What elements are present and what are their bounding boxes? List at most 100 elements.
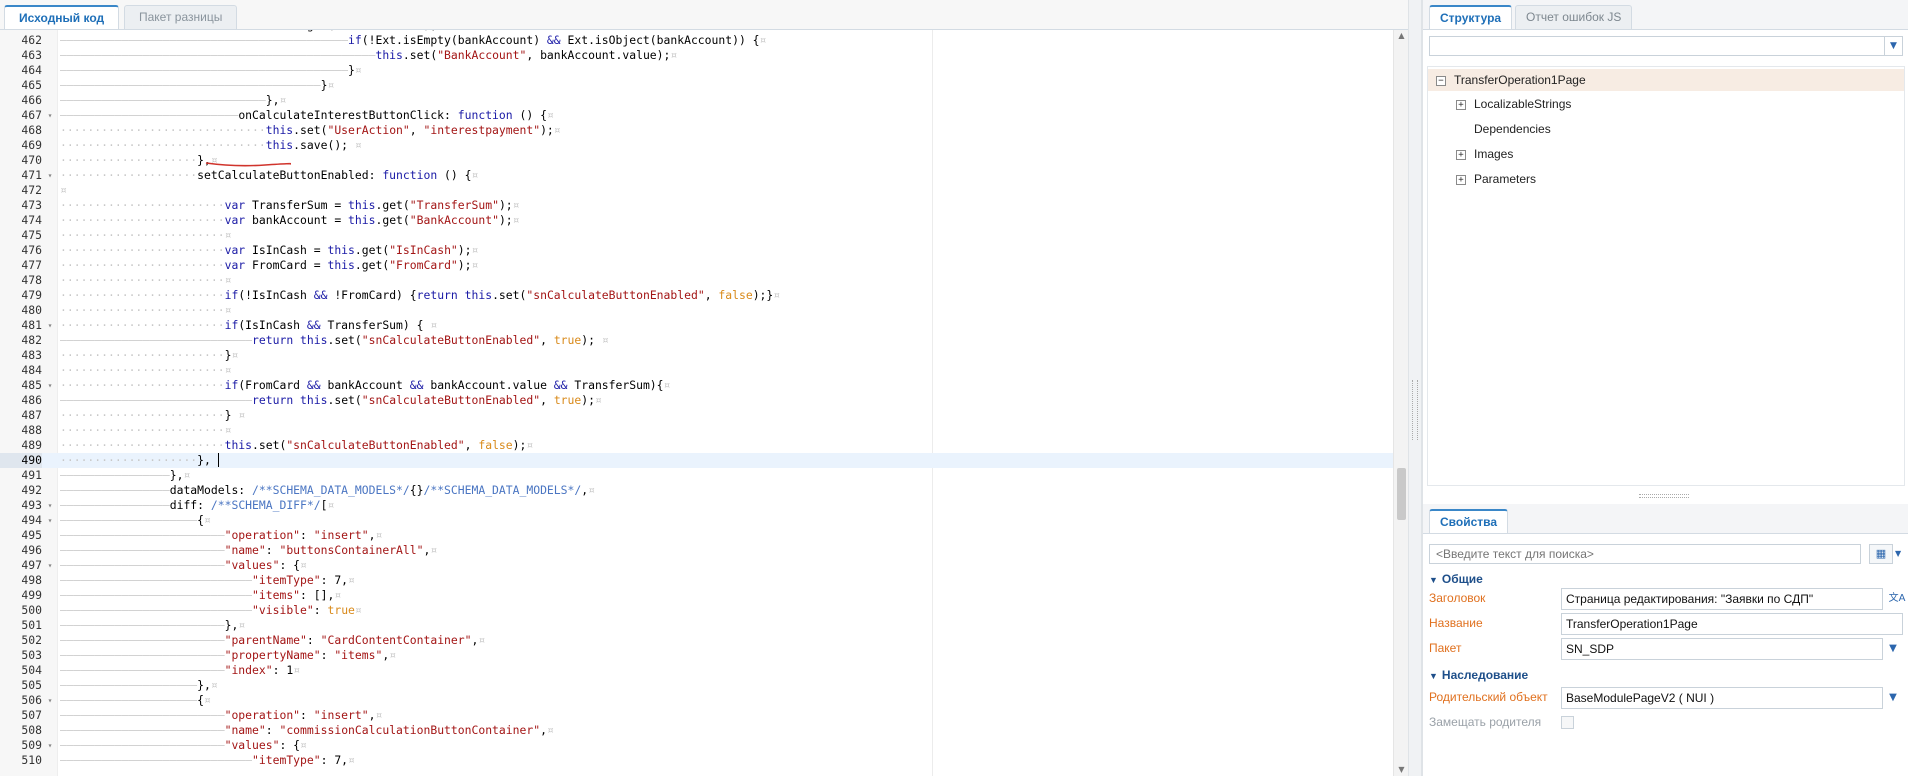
replace-parent-checkbox[interactable]: [1561, 716, 1574, 729]
scrollbar-thumb[interactable]: [1397, 468, 1406, 520]
chevron-down-icon[interactable]: ▼: [1883, 687, 1903, 709]
code-line[interactable]: 510 ————————————————————————————"itemType…: [0, 753, 1393, 768]
expand-icon[interactable]: +: [1456, 99, 1466, 110]
code-line[interactable]: 504 ————————————————————————"index": 1¤: [0, 663, 1393, 678]
code-line[interactable]: 506 ▾ ————————————————————{¤: [0, 693, 1393, 708]
code-line[interactable]: 482 ————————————————————————————return th…: [0, 333, 1393, 348]
code-line[interactable]: 463 —————————————————————————————————————…: [0, 48, 1393, 63]
code-line[interactable]: 465 —————————————————————————————————————…: [0, 78, 1393, 93]
code-line[interactable]: 475 ························¤: [0, 228, 1393, 243]
line-number: 489: [21, 438, 42, 452]
code-line[interactable]: 499 ————————————————————————————"items": …: [0, 588, 1393, 603]
code-line[interactable]: 484 ························¤: [0, 363, 1393, 378]
tree-node-localizable-strings[interactable]: + LocalizableStrings: [1456, 93, 1571, 115]
code-line[interactable]: 476 ························var IsInCash …: [0, 243, 1393, 258]
code-text: ————————————————————————"index": 1¤: [60, 663, 301, 677]
code-line[interactable]: 464 —————————————————————————————————————…: [0, 63, 1393, 78]
line-number: 493: [21, 498, 42, 512]
code-editor[interactable]: 461→→→→→→→→→→→→→var bankAccount = this.g…: [0, 30, 1393, 776]
code-line[interactable]: 478 ························¤: [0, 273, 1393, 288]
code-line[interactable]: 485 ▾ ························if(FromCard …: [0, 378, 1393, 393]
localization-icon[interactable]: 文A: [1887, 588, 1907, 610]
code-line[interactable]: 467 ▾ ——————————————————————————onCalculat…: [0, 108, 1393, 123]
fold-arrow-icon[interactable]: ▾: [45, 378, 55, 393]
code-line[interactable]: 507 ————————————————————————"operation": …: [0, 708, 1393, 723]
expand-icon[interactable]: +: [1456, 174, 1466, 185]
scroll-up-icon[interactable]: ▲: [1394, 30, 1409, 42]
code-line[interactable]: 487 ························} ¤: [0, 408, 1393, 423]
expand-icon[interactable]: +: [1456, 149, 1466, 160]
fold-arrow-icon[interactable]: ▾: [45, 108, 55, 123]
fold-arrow-icon[interactable]: ▾: [45, 513, 55, 528]
code-line[interactable]: 508 ————————————————————————"name": "comm…: [0, 723, 1393, 738]
properties-search-input[interactable]: [1429, 544, 1861, 564]
fold-arrow-icon[interactable]: ▾: [45, 318, 55, 333]
tab-js-error-report[interactable]: Отчет ошибок JS: [1515, 5, 1633, 29]
fold-arrow-icon[interactable]: ▾: [45, 498, 55, 513]
horizontal-splitter[interactable]: [1427, 492, 1905, 500]
chevron-down-icon[interactable]: ▼: [1895, 544, 1905, 564]
fold-arrow-icon[interactable]: ▾: [45, 558, 55, 573]
code-line[interactable]: 500 ————————————————————————————"visible"…: [0, 603, 1393, 618]
tree-node-dependencies[interactable]: Dependencies: [1456, 118, 1551, 140]
fold-arrow-icon[interactable]: ▾: [45, 693, 55, 708]
parent-object-select[interactable]: BaseModulePageV2 ( NUI ): [1561, 687, 1883, 709]
group-general[interactable]: ▼ Общие: [1429, 572, 1483, 588]
code-line[interactable]: 479 ························if(!IsInCash …: [0, 288, 1393, 303]
chevron-down-icon[interactable]: ▼: [1883, 638, 1903, 660]
filter-options-icon[interactable]: ▦: [1869, 544, 1893, 564]
tab-source-code[interactable]: Исходный код: [4, 5, 120, 29]
code-line[interactable]: 477 ························var FromCard …: [0, 258, 1393, 273]
code-line[interactable]: 471 ▾ ····················setCalculateButt…: [0, 168, 1393, 183]
code-line[interactable]: 473 ························var TransferS…: [0, 198, 1393, 213]
name-field[interactable]: TransferOperation1Page: [1561, 613, 1903, 635]
collapse-icon[interactable]: −: [1436, 75, 1446, 86]
code-line[interactable]: 462 —————————————————————————————————————…: [0, 33, 1393, 48]
code-line[interactable]: 502 ————————————————————————"parentName":…: [0, 633, 1393, 648]
code-line[interactable]: 497 ▾ ————————————————————————"values": {¤: [0, 558, 1393, 573]
code-line[interactable]: 494 ▾ ————————————————————{¤: [0, 513, 1393, 528]
code-line[interactable]: 491 ————————————————},¤: [0, 468, 1393, 483]
code-line[interactable]: 503 ————————————————————————"propertyName…: [0, 648, 1393, 663]
tab-package-diff[interactable]: Пакет разницы: [124, 5, 238, 29]
chevron-down-icon[interactable]: ▼: [1884, 37, 1902, 55]
code-line[interactable]: 493 ▾ ————————————————diff: /**SCHEMA_DIFF…: [0, 498, 1393, 513]
code-line[interactable]: 486 ————————————————————————————return th…: [0, 393, 1393, 408]
code-line[interactable]: 474 ························var bankAccou…: [0, 213, 1393, 228]
source-editor-pane: Исходный код Пакет разницы 461→→→→→→→→→→…: [0, 0, 1408, 776]
tab-structure[interactable]: Структура: [1429, 5, 1513, 29]
code-text: ························if(FromCard && b…: [60, 378, 671, 392]
code-line[interactable]: 469 ······························this.sa…: [0, 138, 1393, 153]
code-line[interactable]: 509 ▾ ————————————————————————"values": {¤: [0, 738, 1393, 753]
code-line[interactable]: 488 ························¤: [0, 423, 1393, 438]
structure-filter-combo[interactable]: ▼: [1429, 36, 1903, 56]
code-line[interactable]: 483 ························}¤: [0, 348, 1393, 363]
code-line[interactable]: 480 ························¤: [0, 303, 1393, 318]
code-line[interactable]: 496 ————————————————————————"name": "butt…: [0, 543, 1393, 558]
tab-properties[interactable]: Свойства: [1429, 509, 1509, 533]
tree-node-parameters[interactable]: + Parameters: [1456, 168, 1536, 190]
code-line[interactable]: 489 ························this.set("snC…: [0, 438, 1393, 453]
group-inheritance[interactable]: ▼ Наследование: [1429, 668, 1528, 684]
code-line[interactable]: 505 ————————————————————},¤: [0, 678, 1393, 693]
scroll-down-icon[interactable]: ▼: [1394, 764, 1409, 776]
code-line[interactable]: 495 ————————————————————————"operation": …: [0, 528, 1393, 543]
editor-vertical-scrollbar[interactable]: ▲ ▼: [1393, 30, 1408, 776]
vertical-splitter[interactable]: [1408, 0, 1422, 776]
code-line[interactable]: 472 ¤: [0, 183, 1393, 198]
fold-arrow-icon[interactable]: ▾: [45, 168, 55, 183]
code-line[interactable]: 501 ————————————————————————},¤: [0, 618, 1393, 633]
tree-node-images[interactable]: + Images: [1456, 143, 1513, 165]
caption-field[interactable]: Страница редактирования: "Заявки по СДП": [1561, 588, 1883, 610]
tree-root-node[interactable]: − TransferOperation1Page: [1428, 69, 1904, 91]
code-line[interactable]: 492 ————————————————dataModels: /**SCHEMA…: [0, 483, 1393, 498]
package-select[interactable]: SN_SDP: [1561, 638, 1883, 660]
fold-arrow-icon[interactable]: ▾: [45, 738, 55, 753]
splitter-grip[interactable]: [1639, 494, 1689, 498]
code-line[interactable]: 466 ——————————————————————————————},¤: [0, 93, 1393, 108]
code-line[interactable]: 498 ————————————————————————————"itemType…: [0, 573, 1393, 588]
splitter-grip[interactable]: [1412, 380, 1418, 440]
code-line[interactable]: 481 ▾ ························if(IsInCash …: [0, 318, 1393, 333]
code-line[interactable]: 490 ····················},: [0, 453, 1393, 468]
code-line[interactable]: 468 ······························this.se…: [0, 123, 1393, 138]
